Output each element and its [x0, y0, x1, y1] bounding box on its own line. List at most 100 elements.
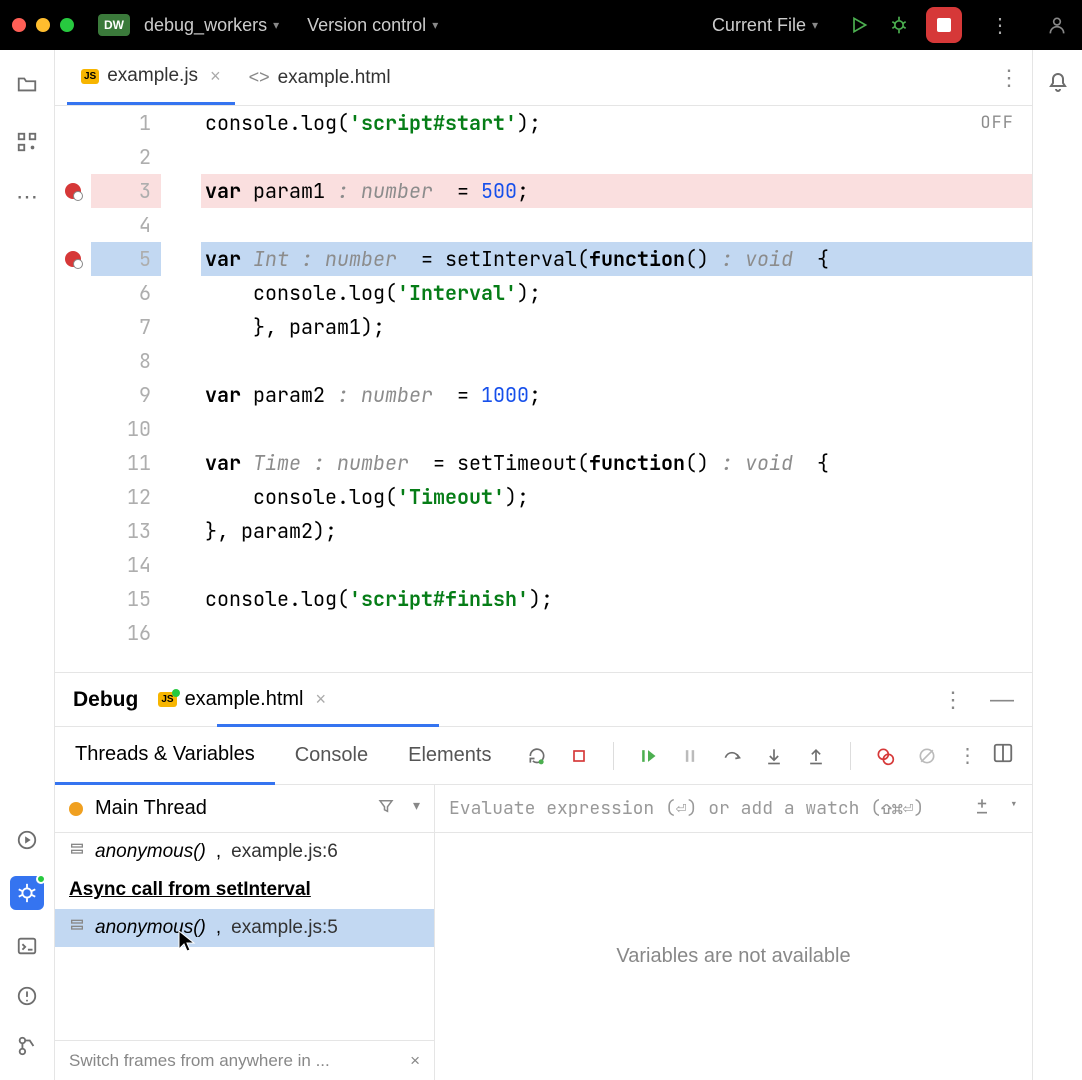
code-line[interactable]: console.log('script#finish'); — [201, 582, 1032, 616]
mute-breakpoints-icon[interactable] — [915, 744, 939, 768]
js-file-icon: JS — [158, 692, 176, 707]
titlebar: DW debug_workers ▾ Version control ▾ Cur… — [0, 0, 1082, 50]
gutter: 12345678910111213141516 — [55, 106, 201, 672]
thread-status-dot — [69, 802, 83, 816]
debug-tool-icon[interactable] — [10, 876, 44, 910]
code-line[interactable]: var param1 : number = 500; — [201, 174, 1032, 208]
line-number[interactable]: 15 — [91, 582, 161, 616]
code-area[interactable]: console.log('script#start'); var param1 :… — [201, 106, 1032, 672]
window-controls — [12, 18, 74, 32]
stop-button[interactable] — [926, 7, 962, 43]
more-actions-icon[interactable]: ⋮ — [990, 13, 1010, 38]
close-window-button[interactable] — [12, 18, 26, 32]
evaluate-input[interactable]: Evaluate expression (⏎) or add a watch (… — [449, 797, 962, 820]
problems-tool-icon[interactable] — [13, 982, 41, 1010]
code-line[interactable]: console.log('Timeout'); — [201, 480, 1032, 514]
add-watch-icon[interactable] — [972, 796, 992, 822]
close-hint-icon[interactable]: × — [410, 1051, 420, 1071]
chevron-down-icon[interactable]: ▾ — [413, 797, 420, 821]
debug-minimize-icon[interactable]: — — [990, 686, 1014, 714]
code-line[interactable]: var param2 : number = 1000; — [201, 378, 1032, 412]
editor[interactable]: OFF 12345678910111213141516 console.log(… — [55, 106, 1032, 672]
frames-pane: Main Thread ▾ anonymous(), example.js:6A… — [55, 785, 435, 1080]
line-number[interactable]: 1 — [91, 106, 161, 140]
line-number[interactable]: 12 — [91, 480, 161, 514]
line-number[interactable]: 7 — [91, 310, 161, 344]
code-line[interactable]: var Time : number = setTimeout(function(… — [201, 446, 1032, 480]
resume-icon[interactable] — [636, 744, 660, 768]
code-line[interactable] — [201, 344, 1032, 378]
stack-frame-row[interactable]: anonymous(), example.js:5 — [55, 909, 434, 947]
frames-list[interactable]: anonymous(), example.js:6Async call from… — [55, 833, 434, 1040]
debug-button[interactable] — [886, 12, 912, 38]
line-number[interactable]: 3 — [91, 174, 161, 208]
line-number[interactable]: 4 — [91, 208, 161, 242]
breakpoint-icon[interactable] — [65, 183, 81, 199]
layout-settings-icon[interactable] — [992, 742, 1014, 769]
pause-icon[interactable] — [678, 744, 702, 768]
line-number[interactable]: 9 — [91, 378, 161, 412]
view-breakpoints-icon[interactable] — [873, 744, 897, 768]
line-number[interactable]: 8 — [91, 344, 161, 378]
editor-tab-active[interactable]: JS example.js × — [67, 50, 235, 105]
line-number[interactable]: 16 — [91, 616, 161, 650]
debug-toolbar: Threads & VariablesConsoleElements ⋮ — [55, 727, 1032, 785]
project-selector[interactable]: debug_workers ▾ — [144, 15, 279, 36]
step-into-icon[interactable] — [762, 744, 786, 768]
step-over-icon[interactable] — [720, 744, 744, 768]
debug-subtab[interactable]: Elements — [388, 727, 511, 785]
debug-subtab[interactable]: Console — [275, 727, 388, 785]
terminal-tool-icon[interactable] — [13, 932, 41, 960]
line-number[interactable]: 13 — [91, 514, 161, 548]
debug-panel: Debug JS example.html × ⋮ — Threads & Va… — [55, 672, 1032, 1080]
code-line[interactable]: var Int : number = setInterval(function(… — [201, 242, 1032, 276]
filter-icon[interactable] — [377, 797, 395, 821]
vcs-selector[interactable]: Version control ▾ — [307, 15, 438, 36]
close-tab-icon[interactable]: × — [316, 689, 327, 710]
code-line[interactable]: }, param1); — [201, 310, 1032, 344]
right-tool-column — [1032, 50, 1082, 1080]
git-tool-icon[interactable] — [13, 1032, 41, 1060]
notifications-icon[interactable] — [1046, 70, 1070, 99]
code-line[interactable]: }, param2); — [201, 514, 1032, 548]
run-config-selector[interactable]: Current File ▾ — [712, 15, 818, 36]
editor-tab-other[interactable]: <> example.html — [235, 50, 405, 105]
stack-frame-row[interactable]: anonymous(), example.js:6 — [55, 833, 434, 871]
line-number[interactable]: 6 — [91, 276, 161, 310]
code-line[interactable] — [201, 548, 1032, 582]
code-line[interactable] — [201, 616, 1032, 650]
minimize-window-button[interactable] — [36, 18, 50, 32]
step-out-icon[interactable] — [804, 744, 828, 768]
more-tools-icon[interactable]: ⋯ — [16, 186, 38, 208]
breakpoint-icon[interactable] — [65, 251, 81, 267]
code-line[interactable] — [201, 140, 1032, 174]
line-number[interactable]: 5 — [91, 242, 161, 276]
chevron-down-icon[interactable]: ▾ — [1010, 796, 1018, 822]
line-number[interactable]: 2 — [91, 140, 161, 174]
code-line[interactable]: console.log('Interval'); — [201, 276, 1032, 310]
rerun-icon[interactable] — [525, 744, 549, 768]
close-tab-icon[interactable]: × — [210, 66, 221, 87]
zoom-window-button[interactable] — [60, 18, 74, 32]
structure-tool-icon[interactable] — [13, 128, 41, 156]
html-file-icon: <> — [249, 67, 270, 88]
tab-overflow-icon[interactable]: ⋮ — [998, 65, 1020, 91]
debug-more-icon[interactable]: ⋮ — [942, 687, 964, 713]
run-button[interactable] — [846, 12, 872, 38]
debug-file-tab[interactable]: JS example.html × — [158, 688, 326, 711]
debug-subtab[interactable]: Threads & Variables — [55, 727, 275, 785]
code-line[interactable] — [201, 208, 1032, 242]
frames-footer-hint: Switch frames from anywhere in ... — [69, 1051, 330, 1071]
line-number[interactable]: 14 — [91, 548, 161, 582]
run-tool-icon[interactable] — [13, 826, 41, 854]
frame-location: example.js:6 — [231, 841, 338, 863]
code-line[interactable]: console.log('script#start'); — [201, 106, 1032, 140]
line-number[interactable]: 10 — [91, 412, 161, 446]
user-icon[interactable] — [1044, 12, 1070, 38]
project-tool-icon[interactable] — [13, 70, 41, 98]
frames-header: Main Thread ▾ — [55, 785, 434, 833]
code-line[interactable] — [201, 412, 1032, 446]
toolbar-more-icon[interactable]: ⋮ — [957, 743, 977, 768]
line-number[interactable]: 11 — [91, 446, 161, 480]
stop-icon[interactable] — [567, 744, 591, 768]
